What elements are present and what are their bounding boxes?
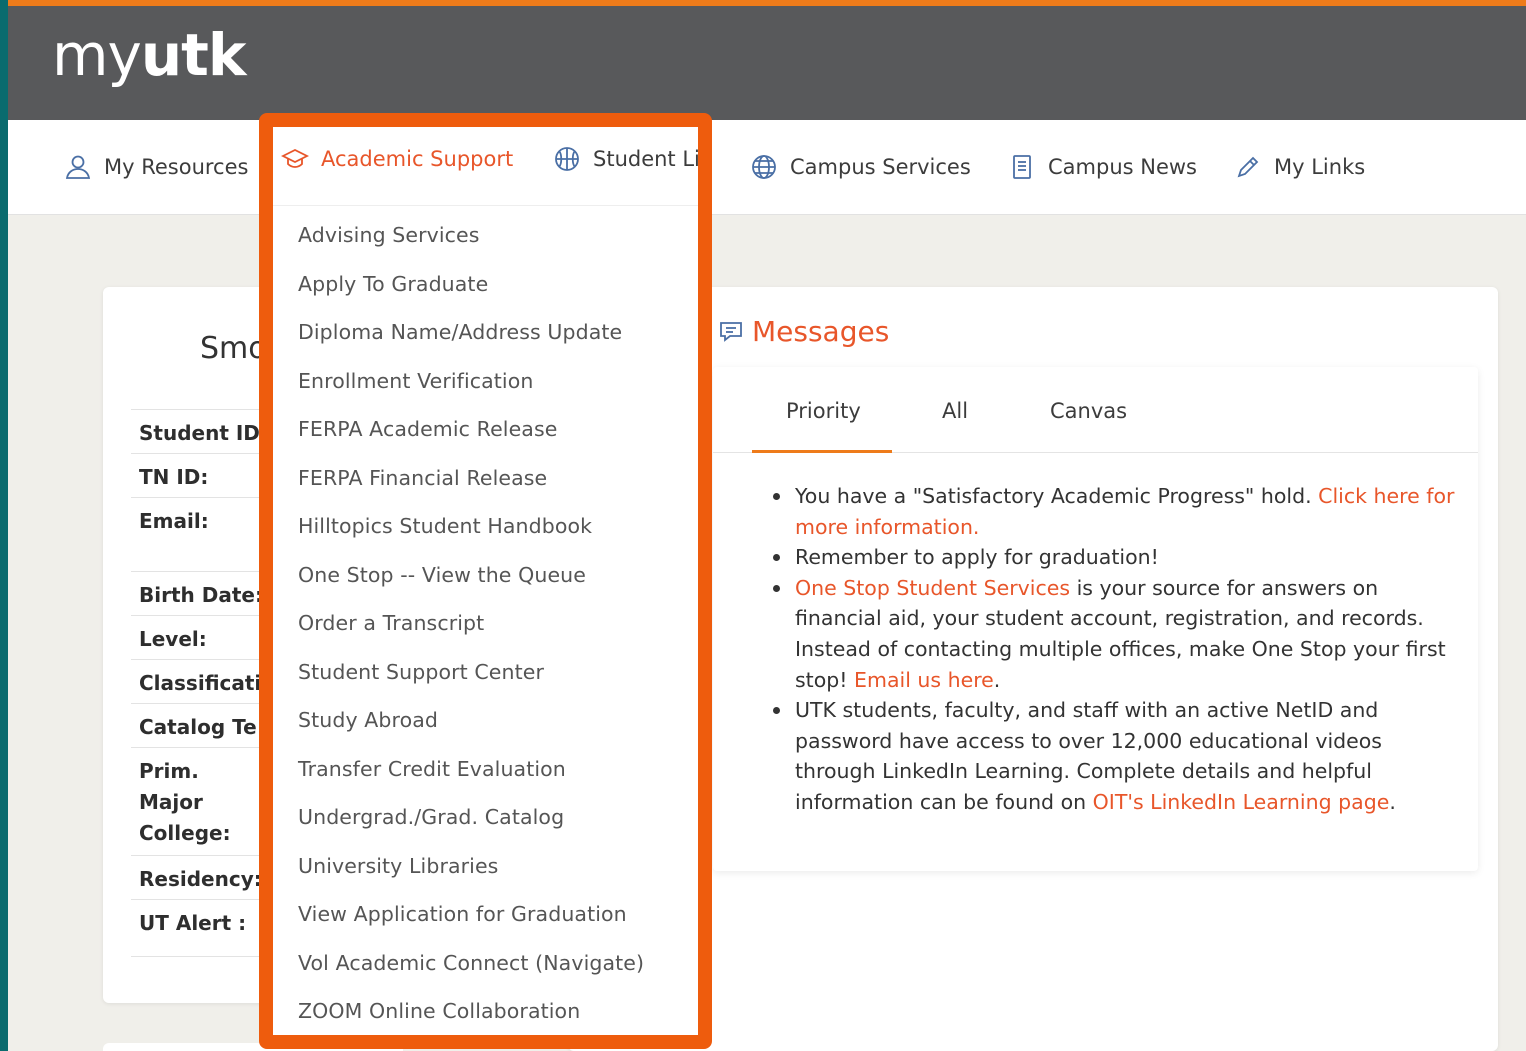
document-icon [1013, 155, 1031, 179]
nav-my-links[interactable]: My Links [1234, 147, 1365, 187]
tab-priority[interactable]: Priority [786, 399, 861, 423]
main-nav: My Resources Campus Services Campus News… [8, 120, 1526, 215]
myutk-logo[interactable]: myutk [52, 26, 246, 84]
dropdown-header: Academic Support Student Lif [273, 127, 698, 206]
menu-item-transfer-credit[interactable]: Transfer Credit Evaluation [298, 747, 644, 796]
student-name: Smo [200, 331, 267, 366]
menu-item-hilltopics[interactable]: Hilltopics Student Handbook [298, 504, 644, 553]
chat-icon [720, 321, 742, 342]
menu-item-vol-academic-connect[interactable]: Vol Academic Connect (Navigate) [298, 941, 644, 990]
tab-all[interactable]: All [942, 399, 968, 423]
linkedin-learning-link[interactable]: OIT's LinkedIn Learning page [1093, 790, 1390, 814]
row-major-college: Prim. Major College: [131, 747, 261, 855]
menu-item-order-transcript[interactable]: Order a Transcript [298, 601, 644, 650]
message-tabs: Priority All Canvas [713, 367, 1478, 453]
email-us-link[interactable]: Email us here [854, 668, 994, 692]
page: myutk My Resources Campus Services Campu… [8, 0, 1526, 1051]
one-stop-link[interactable]: One Stop Student Services [795, 576, 1070, 600]
dropdown-menu: Advising Services Apply To Graduate Dipl… [298, 213, 644, 1038]
message-item: Remember to apply for graduation! [773, 542, 1455, 573]
menu-item-study-abroad[interactable]: Study Abroad [298, 698, 644, 747]
pencil-icon [1237, 156, 1259, 178]
message-list: You have a "Satisfactory Academic Progre… [773, 481, 1455, 818]
top-bar: myutk [8, 0, 1526, 120]
menu-item-diploma-update[interactable]: Diploma Name/Address Update [298, 310, 644, 359]
nav-my-resources[interactable]: My Resources [64, 147, 248, 187]
menu-item-catalog[interactable]: Undergrad./Grad. Catalog [298, 795, 644, 844]
menu-item-apply-to-graduate[interactable]: Apply To Graduate [298, 262, 644, 311]
menu-item-student-support[interactable]: Student Support Center [298, 650, 644, 699]
messages-heading: Messages [718, 315, 889, 348]
tab-canvas[interactable]: Canvas [1050, 399, 1127, 423]
message-item: UTK students, faculty, and staff with an… [773, 695, 1455, 817]
menu-item-zoom[interactable]: ZOOM Online Collaboration [298, 989, 644, 1038]
academic-support-dropdown: Academic Support Student Lif Advising Se… [259, 113, 712, 1049]
user-icon [65, 155, 91, 179]
menu-item-one-stop-queue[interactable]: One Stop -- View the Queue [298, 553, 644, 602]
menu-item-ferpa-financial[interactable]: FERPA Financial Release [298, 456, 644, 505]
globe-icon [752, 155, 776, 179]
menu-item-enrollment-verification[interactable]: Enrollment Verification [298, 359, 644, 408]
menu-item-ferpa-academic[interactable]: FERPA Academic Release [298, 407, 644, 456]
menu-item-libraries[interactable]: University Libraries [298, 844, 644, 893]
message-item: One Stop Student Services is your source… [773, 573, 1455, 695]
messages-card: Priority All Canvas You have a "Satisfac… [713, 367, 1478, 871]
nav-campus-services[interactable]: Campus Services [750, 147, 971, 187]
graduation-cap-icon [281, 148, 309, 168]
active-tab-indicator [752, 450, 892, 453]
basketball-icon [555, 147, 579, 171]
nav-campus-news[interactable]: Campus News [1008, 147, 1197, 187]
message-item: You have a "Satisfactory Academic Progre… [773, 481, 1455, 542]
nav-student-life[interactable]: Student Lif [553, 139, 698, 179]
menu-item-view-application[interactable]: View Application for Graduation [298, 892, 644, 941]
menu-item-advising-services[interactable]: Advising Services [298, 213, 644, 262]
nav-academic-support[interactable]: Academic Support [281, 139, 513, 179]
